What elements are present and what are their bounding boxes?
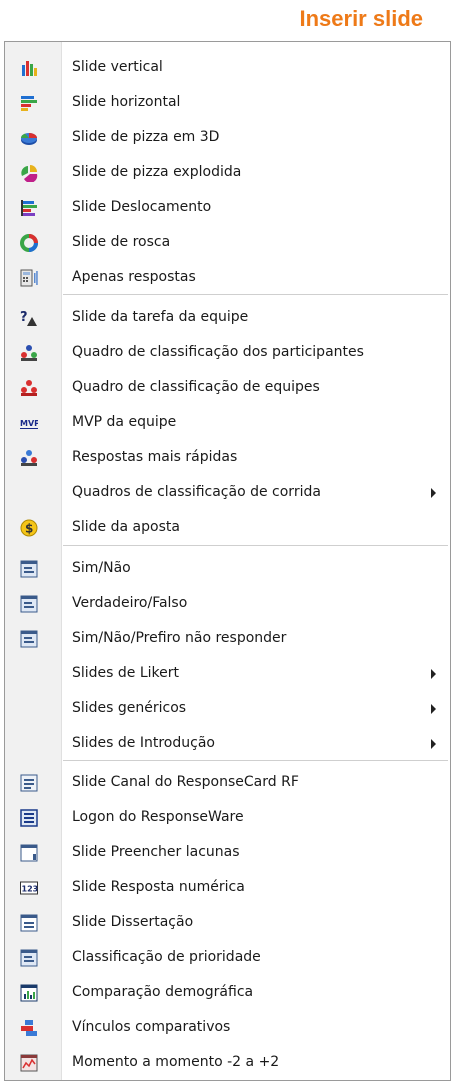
menu-separator [63,545,448,546]
menu-item-dissertacao[interactable]: Slide Dissertação [5,905,450,940]
submenu-arrow-icon [431,488,436,498]
team-task-icon: ? [20,310,37,326]
menu-item-slide-horizontal[interactable]: Slide horizontal [5,85,450,120]
menu-item-respostas-rapidas[interactable]: Respostas mais rápidas [5,440,450,475]
menu-item-slides-likert[interactable]: Slides de Likert [5,656,450,691]
menu-item-classificacao-participantes[interactable]: Quadro de classificação dos participante… [5,335,450,370]
menu-item-slide-pizza-3d[interactable]: Slide de pizza em 3D [5,120,450,155]
svg-text:?: ? [20,310,28,325]
svg-text:MVP: MVP [20,419,38,428]
mvp-icon: MVP [20,419,38,429]
answers-only-icon [20,269,38,287]
submenu-arrow-icon [431,739,436,749]
menu-item-comparacao-demografica[interactable]: Comparação demográfica [5,975,450,1010]
insert-slide-menu: Slide vertical Slide horizontal Slide de… [4,41,451,1081]
svg-text:123: 123 [22,885,39,894]
logon-slide-icon [20,809,38,827]
numeric-response-icon: 123 [20,881,39,895]
menu-item-classificacao-prioridade[interactable]: Classificação de prioridade [5,940,450,975]
submenu-arrow-icon [431,704,436,714]
slide-icon [20,630,38,648]
menu-item-slide-pizza-explodida[interactable]: Slide de pizza explodida [5,155,450,190]
menu-item-slide-aposta[interactable]: $ Slide da aposta [5,510,450,545]
menu-item-sim-nao[interactable]: Sim/Não [5,551,450,586]
menu-item-preencher-lacunas[interactable]: Slide Preencher lacunas [5,835,450,870]
fastest-responses-icon [21,450,37,466]
team-leaderboard-icon [21,380,37,396]
menu-item-slides-genericos[interactable]: Slides genéricos [5,691,450,726]
menu-item-slide-rosca[interactable]: Slide de rosca [5,225,450,260]
menu-item-resposta-numerica[interactable]: 123 Slide Resposta numérica [5,870,450,905]
displacement-chart-icon [21,200,37,216]
comparative-links-icon [21,1020,37,1036]
submenu-arrow-icon [431,669,436,679]
exploded-pie-icon [21,165,38,182]
slide-icon [20,560,38,578]
priority-ranking-icon [20,949,38,967]
demographic-comparison-icon [20,984,38,1002]
menu-item-slide-vertical[interactable]: Slide vertical [5,50,450,85]
menu-item-tarefa-equipe[interactable]: ? Slide da tarefa da equipe [5,300,450,335]
pie-3d-icon [20,133,37,145]
slide-icon [20,595,38,613]
moment-to-moment-icon [20,1054,38,1072]
essay-icon [20,914,38,932]
vertical-bar-chart-icon [22,61,37,76]
svg-text:$: $ [25,522,33,536]
page-title: Inserir slide [299,6,423,31]
fill-blank-icon [20,844,38,862]
menu-item-mvp-equipe[interactable]: MVP MVP da equipe [5,405,450,440]
menu-item-verdadeiro-falso[interactable]: Verdadeiro/Falso [5,586,450,621]
menu-item-vinculos-comparativos[interactable]: Vínculos comparativos [5,1010,450,1045]
menu-item-canal-responsecard[interactable]: Slide Canal do ResponseCard RF [5,765,450,800]
horizontal-bar-chart-icon [21,96,37,111]
menu-item-sim-nao-prefiro[interactable]: Sim/Não/Prefiro não responder [5,621,450,656]
menu-item-classificacao-equipes[interactable]: Quadro de classificação de equipes [5,370,450,405]
participant-leaderboard-icon [21,345,37,361]
menu-item-logon-responseware[interactable]: Logon do ResponseWare [5,800,450,835]
donut-chart-icon [20,234,38,252]
menu-item-slide-deslocamento[interactable]: Slide Deslocamento [5,190,450,225]
menu-item-classificacao-corrida[interactable]: Quadros de classificação de corrida [5,475,450,510]
menu-item-momento-a-momento[interactable]: Momento a momento -2 a +2 [5,1045,450,1080]
menu-item-apenas-respostas[interactable]: Apenas respostas [5,260,450,295]
wager-icon: $ [20,519,38,537]
menu-item-slides-introducao[interactable]: Slides de Introdução [5,726,450,761]
channel-slide-icon [20,774,38,792]
